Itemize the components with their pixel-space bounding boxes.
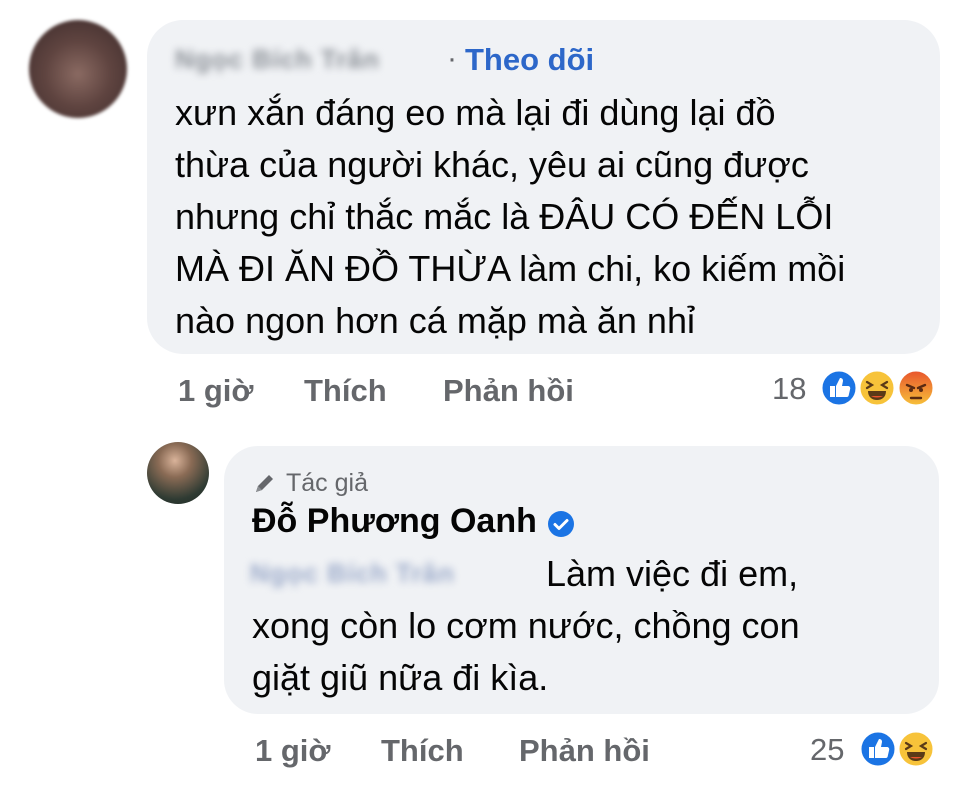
- like-button[interactable]: Thích: [381, 733, 464, 769]
- reply-text-line: xong còn lo cơm nước, chồng con: [252, 605, 800, 646]
- comment-text-line: nhưng chỉ thắc mắc là ĐÂU CÓ ĐẾN LỖI: [175, 196, 834, 237]
- reply-text-line: giặt giũ nữa đi kìa.: [252, 657, 549, 698]
- like-icon[interactable]: [819, 368, 859, 408]
- like-icon[interactable]: [858, 729, 898, 769]
- reply-button[interactable]: Phản hồi: [443, 373, 574, 409]
- verified-badge-icon: [548, 511, 574, 537]
- commenter-avatar[interactable]: [29, 20, 127, 118]
- comment-text-line: nào ngon hơn cá mặp mà ăn nhỉ: [175, 300, 695, 341]
- mention-tag[interactable]: Ngọc Bích Trân: [250, 558, 455, 589]
- reaction-count[interactable]: 18: [772, 371, 806, 407]
- commenter-name[interactable]: Ngọc Bích Trân: [175, 44, 380, 75]
- author-badge-label: Tác giả: [286, 468, 368, 497]
- comment-text-line: xưn xắn đáng eo mà lại đi dùng lại đồ: [175, 92, 776, 133]
- comment-timestamp[interactable]: 1 giờ: [178, 373, 253, 409]
- author-badge: Tác giả: [252, 466, 368, 500]
- pencil-icon: [256, 475, 273, 492]
- haha-icon[interactable]: [896, 729, 936, 769]
- reaction-count[interactable]: 25: [810, 732, 844, 768]
- reply-button[interactable]: Phản hồi: [519, 733, 650, 769]
- like-button[interactable]: Thích: [304, 373, 387, 409]
- reply-author-name[interactable]: Đỗ Phương Oanh: [252, 502, 537, 541]
- separator-dot: ·: [447, 42, 457, 75]
- comment-text-line: MÀ ĐI ĂN ĐỒ THỪA làm chi, ko kiếm mồi: [175, 248, 846, 289]
- reply-timestamp[interactable]: 1 giờ: [255, 733, 330, 769]
- comment-text-line: thừa của người khác, yêu ai cũng được: [175, 144, 809, 185]
- reply-text-line: Làm việc đi em,: [546, 553, 799, 594]
- angry-icon[interactable]: [896, 368, 936, 408]
- follow-link[interactable]: Theo dõi: [465, 42, 594, 78]
- author-avatar[interactable]: [147, 442, 209, 504]
- haha-icon[interactable]: [857, 368, 897, 408]
